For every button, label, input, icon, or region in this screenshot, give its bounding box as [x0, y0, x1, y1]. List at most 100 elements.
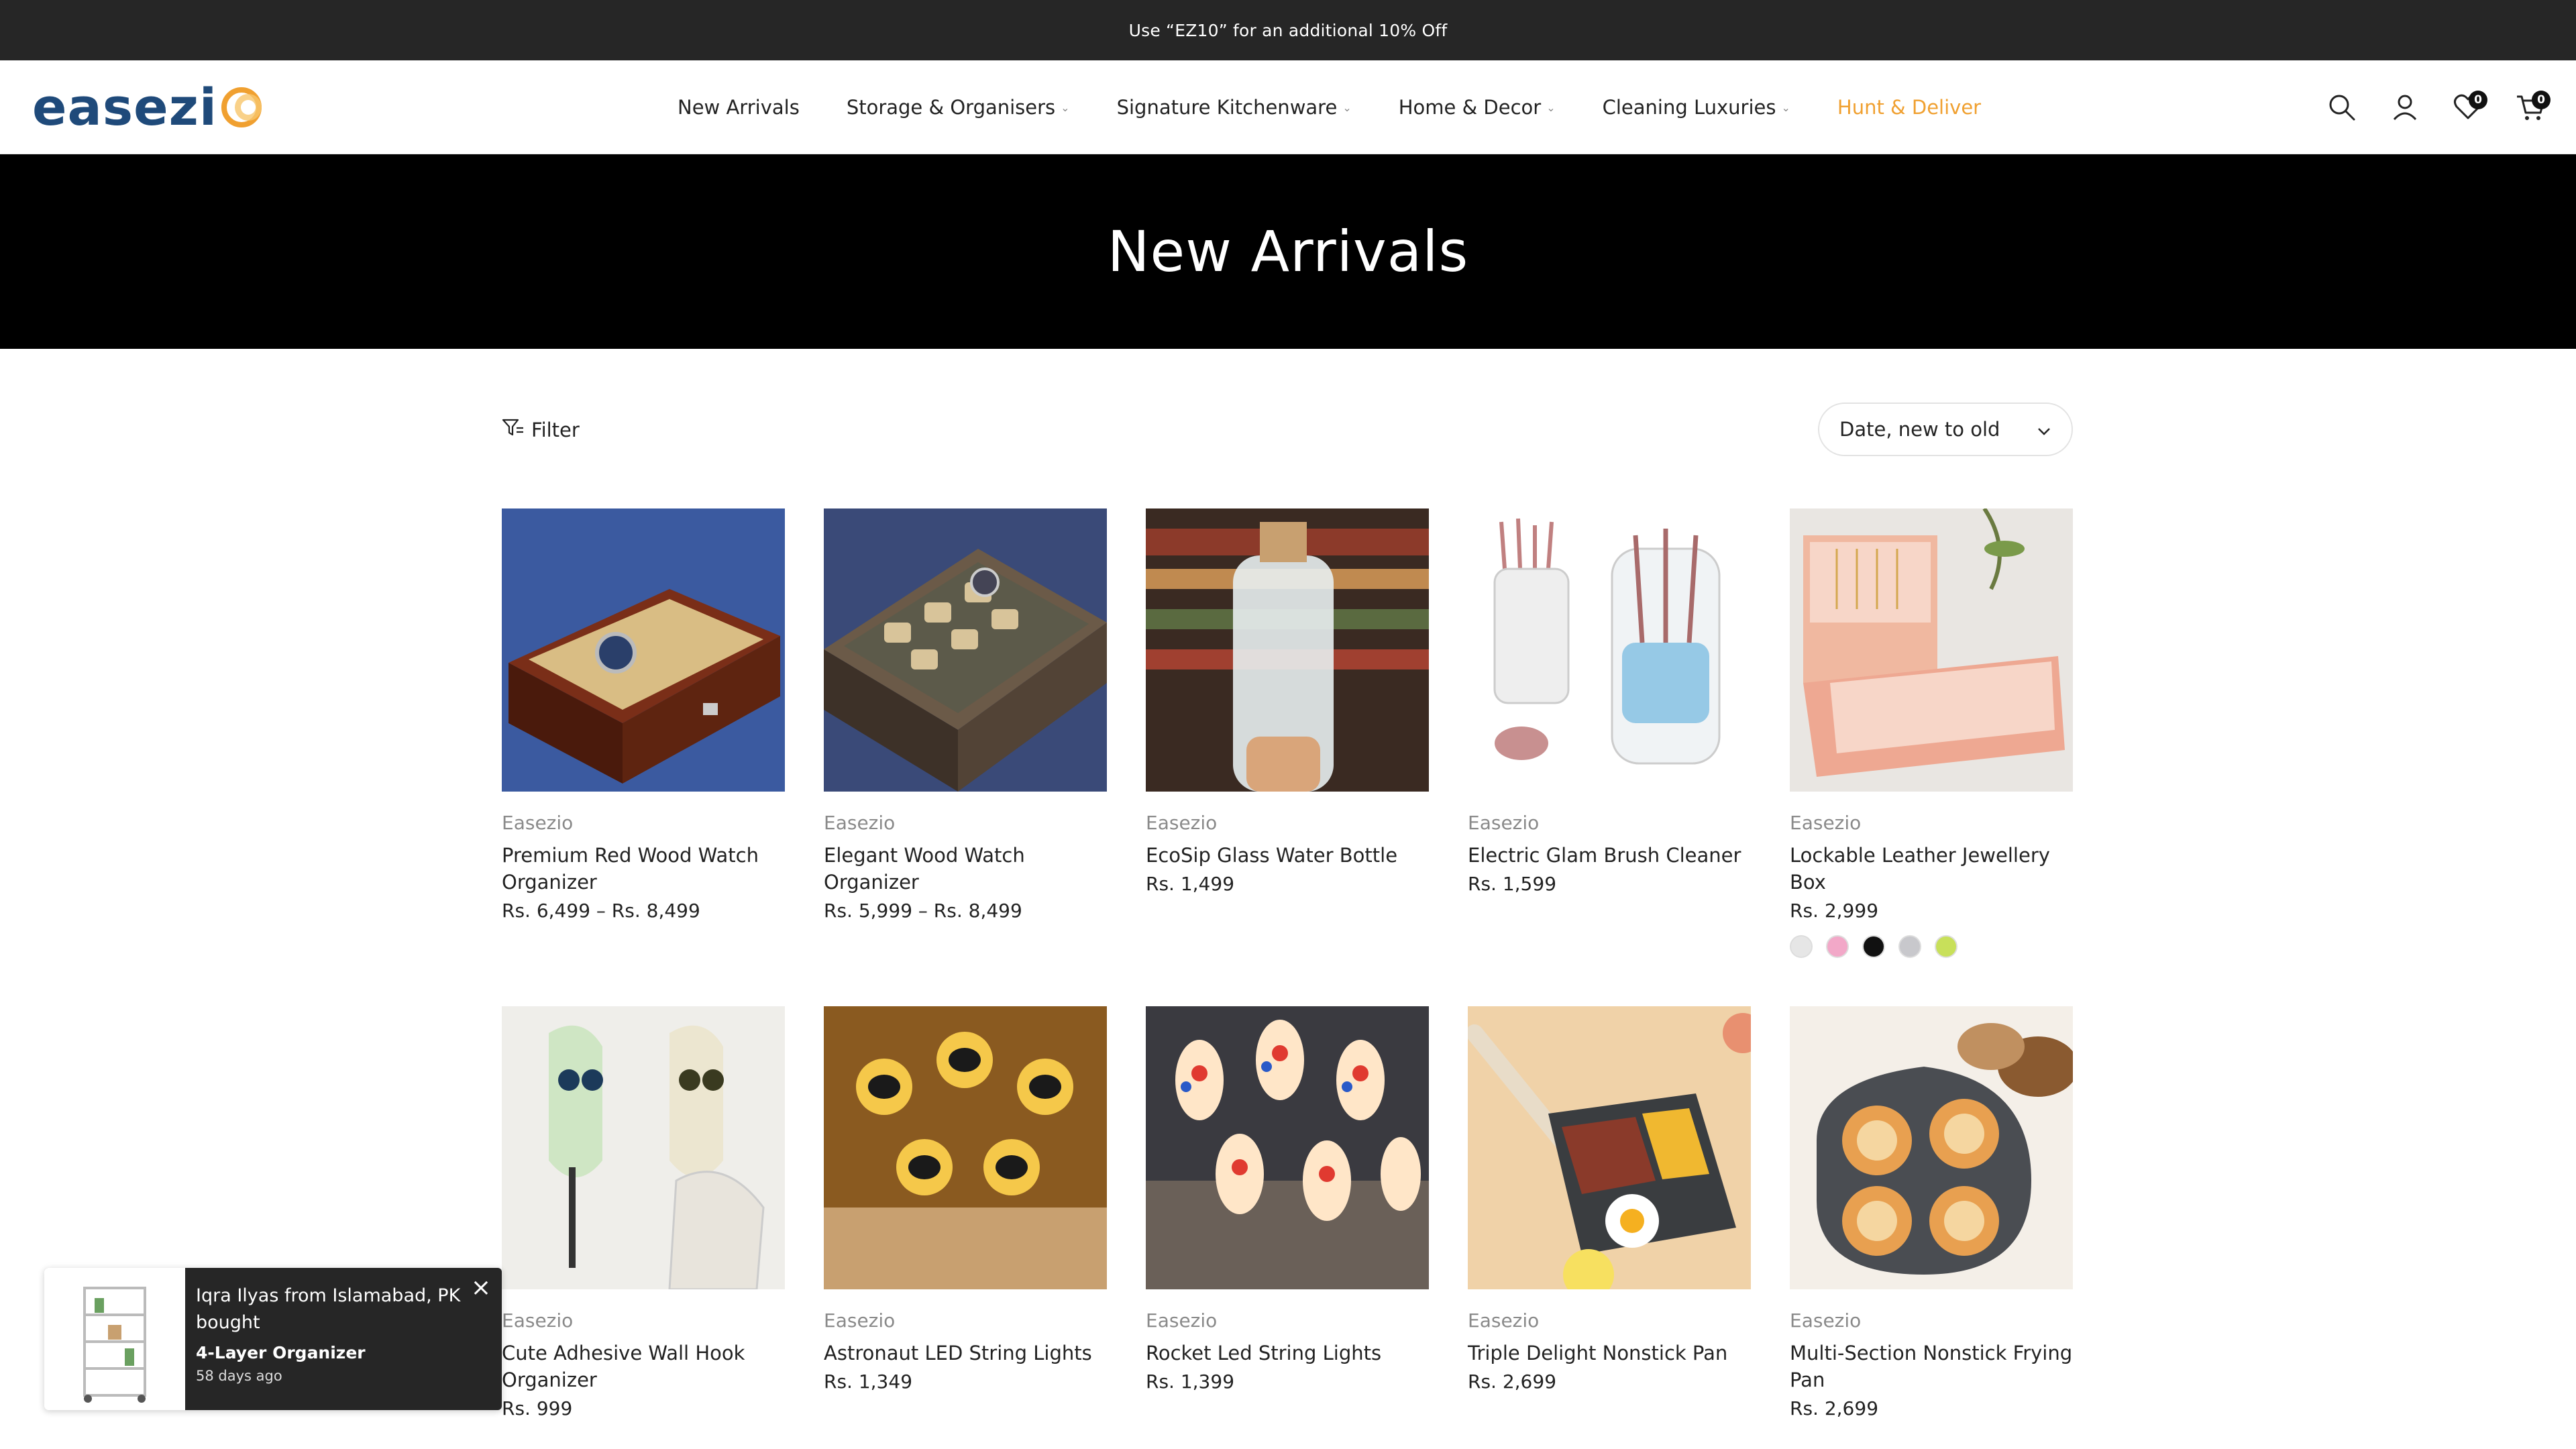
product-vendor: Easezio — [1468, 812, 1540, 834]
color-swatch[interactable] — [1898, 935, 1921, 958]
color-swatch[interactable] — [1862, 935, 1885, 958]
product-vendor: Easezio — [502, 1309, 574, 1332]
sort-value: Date, new to old — [1839, 418, 2000, 441]
product-vendor: Easezio — [502, 812, 574, 834]
product-card[interactable]: Easezio Electric Glam Brush Cleaner Rs. … — [1468, 508, 1751, 895]
nav-label: New Arrivals — [678, 96, 800, 119]
nav-label: Storage & Organisers — [846, 96, 1056, 119]
product-vendor: Easezio — [1146, 812, 1218, 834]
product-title[interactable]: Electric Glam Brush Cleaner — [1468, 842, 1751, 869]
filter-label: Filter — [531, 419, 580, 441]
product-card[interactable]: Easezio Astronaut LED String Lights Rs. … — [824, 1006, 1107, 1393]
brand-name: easezi — [32, 77, 217, 137]
product-price: Rs. 2,699 — [1468, 1371, 1557, 1393]
product-vendor: Easezio — [1146, 1309, 1218, 1332]
chevron-down-icon: ⌄ — [1546, 101, 1556, 114]
nav-item-storage-organisers[interactable]: Storage & Organisers ⌄ — [847, 96, 1070, 119]
chevron-down-icon — [2037, 418, 2051, 441]
product-vendor: Easezio — [1790, 1309, 1862, 1332]
color-swatch[interactable] — [1935, 935, 1957, 958]
logo-o-mark — [221, 85, 266, 129]
product-price: Rs. 1,499 — [1146, 873, 1235, 895]
nav-item-hunt-deliver[interactable]: Hunt & Deliver — [1837, 96, 1981, 119]
nav-label: Cleaning Luxuries — [1602, 96, 1776, 119]
product-card[interactable]: Easezio Elegant Wood Watch Organizer Rs.… — [824, 508, 1107, 922]
filter-icon — [502, 418, 525, 443]
nav-label: Signature Kitchenware — [1116, 96, 1338, 119]
product-card[interactable]: Easezio Premium Red Wood Watch Organizer… — [502, 508, 785, 922]
close-icon[interactable]: × — [471, 1276, 491, 1300]
product-price: Rs. 1,399 — [1146, 1371, 1235, 1393]
product-image[interactable] — [1146, 508, 1429, 792]
product-title[interactable]: Premium Red Wood Watch Organizer — [502, 842, 785, 896]
product-title[interactable]: EcoSip Glass Water Bottle — [1146, 842, 1429, 869]
product-image[interactable] — [1468, 508, 1751, 792]
product-card[interactable]: Easezio Multi-Section Nonstick Frying Pa… — [1790, 1006, 2073, 1419]
product-title[interactable]: Lockable Leather Jewellery Box — [1790, 842, 2073, 896]
nav-label: Hunt & Deliver — [1837, 96, 1982, 119]
announcement-bar: Use “EZ10” for an additional 10% Off — [0, 0, 2576, 60]
product-image[interactable] — [1790, 508, 2073, 792]
main-nav: New Arrivals Storage & Organisers ⌄ Signa… — [678, 60, 2028, 154]
cart-count-badge: 0 — [2532, 91, 2551, 109]
nav-item-cleaning-luxuries[interactable]: Cleaning Luxuries ⌄ — [1603, 96, 1790, 119]
search-icon[interactable] — [2324, 89, 2360, 125]
nav-label: Home & Decor — [1398, 96, 1542, 119]
product-price: Rs. 999 — [502, 1397, 573, 1419]
product-price: Rs. 6,499 – Rs. 8,499 — [502, 900, 700, 922]
product-vendor: Easezio — [1790, 812, 1862, 834]
product-image[interactable] — [1146, 1006, 1429, 1289]
wishlist-count-badge: 0 — [2469, 91, 2487, 109]
account-icon[interactable] — [2387, 89, 2423, 125]
product-card[interactable]: Easezio Lockable Leather Jewellery Box R… — [1790, 508, 2073, 958]
filter-button[interactable]: Filter — [502, 416, 580, 444]
product-vendor: Easezio — [824, 812, 896, 834]
product-title[interactable]: Rocket Led String Lights — [1146, 1340, 1429, 1366]
product-title[interactable]: Triple Delight Nonstick Pan — [1468, 1340, 1751, 1366]
announcement-text: Use “EZ10” for an additional 10% Off — [1128, 20, 1448, 40]
product-card[interactable]: Easezio Triple Delight Nonstick Pan Rs. … — [1468, 1006, 1751, 1393]
chevron-down-icon: ⌄ — [1061, 101, 1070, 114]
color-swatches — [1790, 935, 2073, 958]
product-card[interactable]: Easezio Rocket Led String Lights Rs. 1,3… — [1146, 1006, 1429, 1393]
product-vendor: Easezio — [1468, 1309, 1540, 1332]
product-price: Rs. 5,999 – Rs. 8,499 — [824, 900, 1022, 922]
product-card[interactable]: Easezio Cute Adhesive Wall Hook Organize… — [502, 1006, 785, 1419]
sort-select[interactable]: Date, new to old — [1818, 402, 2073, 456]
toast-message: Iqra Ilyas from Islamabad, PK bought — [196, 1285, 461, 1333]
color-swatch[interactable] — [1790, 935, 1813, 958]
site-header: easezi New Arrivals Storage & Organisers… — [0, 60, 2576, 154]
product-image[interactable] — [824, 1006, 1107, 1289]
product-image[interactable] — [1468, 1006, 1751, 1289]
nav-item-home-decor[interactable]: Home & Decor ⌄ — [1399, 96, 1556, 119]
nav-item-new-arrivals[interactable]: New Arrivals — [678, 96, 800, 119]
product-price: Rs. 1,599 — [1468, 873, 1557, 895]
product-image[interactable] — [1790, 1006, 2073, 1289]
color-swatch[interactable] — [1826, 935, 1849, 958]
wishlist-icon[interactable]: 0 — [2450, 89, 2487, 125]
chevron-down-icon: ⌄ — [1342, 101, 1352, 114]
product-price: Rs. 2,699 — [1790, 1397, 1879, 1419]
cart-icon[interactable]: 0 — [2513, 89, 2551, 125]
product-price: Rs. 2,999 — [1790, 900, 1879, 922]
product-title[interactable]: Astronaut LED String Lights — [824, 1340, 1107, 1366]
product-vendor: Easezio — [824, 1309, 896, 1332]
product-image[interactable] — [824, 508, 1107, 792]
toast-product-name[interactable]: 4-Layer Organizer — [196, 1343, 488, 1362]
nav-item-signature-kitchenware[interactable]: Signature Kitchenware ⌄ — [1117, 96, 1352, 119]
product-price: Rs. 1,349 — [824, 1371, 913, 1393]
chevron-down-icon: ⌄ — [1781, 101, 1790, 114]
toast-content: Iqra Ilyas from Islamabad, PK bought 4-L… — [185, 1268, 502, 1410]
recent-purchase-popup: Iqra Ilyas from Islamabad, PK bought 4-L… — [44, 1268, 502, 1410]
collection-banner: New Arrivals — [0, 154, 2576, 349]
toast-product-image[interactable] — [44, 1268, 185, 1410]
toast-time: 58 days ago — [196, 1368, 282, 1384]
brand-logo[interactable]: easezi — [32, 80, 266, 134]
product-title[interactable]: Elegant Wood Watch Organizer — [824, 842, 1107, 896]
product-title[interactable]: Multi-Section Nonstick Frying Pan — [1790, 1340, 2073, 1393]
header-actions: 0 0 — [2324, 60, 2551, 154]
product-card[interactable]: Easezio EcoSip Glass Water Bottle Rs. 1,… — [1146, 508, 1429, 895]
product-image[interactable] — [502, 1006, 785, 1289]
product-title[interactable]: Cute Adhesive Wall Hook Organizer — [502, 1340, 785, 1393]
product-image[interactable] — [502, 508, 785, 792]
